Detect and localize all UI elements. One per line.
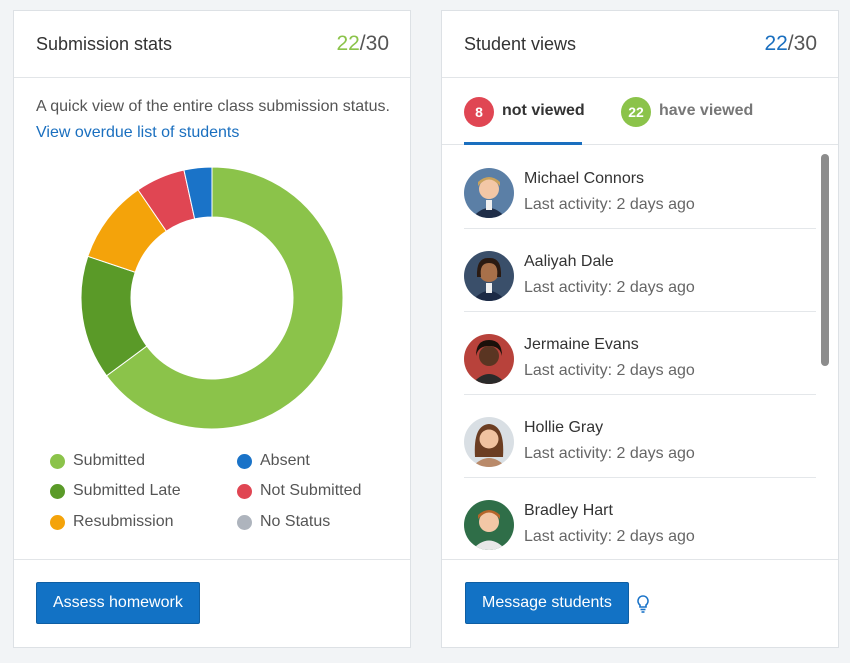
student-views-card: Student views 22/30 8 not viewed 22 have… xyxy=(441,10,839,648)
student-row[interactable]: Aaliyah Dale Last activity: 2 days ago xyxy=(464,229,816,312)
legend-dot-submitted xyxy=(50,454,65,469)
student-name: Bradley Hart xyxy=(524,502,613,519)
message-students-button[interactable]: Message students xyxy=(465,582,629,624)
views-count-done: 22 xyxy=(764,32,788,55)
student-views-footer: Message students xyxy=(442,559,838,647)
student-row[interactable]: Bradley Hart Last activity: 2 days ago xyxy=(464,478,816,559)
student-views-header: Student views 22/30 xyxy=(442,11,838,78)
legend-dot-resubmission xyxy=(50,515,65,530)
submission-stats-footer: Assess homework xyxy=(14,559,410,647)
student-avatar xyxy=(464,334,514,384)
views-tabs: 8 not viewed 22 have viewed xyxy=(442,78,838,145)
student-row[interactable]: Michael Connors Last activity: 2 days ag… xyxy=(464,146,816,229)
student-activity: Last activity: 2 days ago xyxy=(524,528,695,545)
student-name: Jermaine Evans xyxy=(524,336,639,353)
active-tab-indicator xyxy=(464,142,582,145)
submission-stats-title: Submission stats xyxy=(36,34,173,54)
legend-dot-submitted-late xyxy=(50,484,65,499)
assess-homework-button[interactable]: Assess homework xyxy=(36,582,200,624)
legend-label: Resubmission xyxy=(73,513,174,530)
student-activity: Last activity: 2 days ago xyxy=(524,362,695,379)
views-count: 22/30 xyxy=(764,32,817,56)
student-activity: Last activity: 2 days ago xyxy=(524,445,695,462)
student-avatar xyxy=(464,168,514,218)
legend-label: Not Submitted xyxy=(260,482,362,499)
submission-count-done: 22 xyxy=(336,32,360,55)
student-row[interactable]: Jermaine Evans Last activity: 2 days ago xyxy=(464,312,816,395)
legend-label: Submitted Late xyxy=(73,482,181,499)
student-views-title: Student views xyxy=(464,34,577,54)
student-avatar xyxy=(464,500,514,550)
submission-stats-header: Submission stats 22/30 xyxy=(14,11,410,78)
not-viewed-badge: 8 xyxy=(464,97,494,127)
views-count-total: 30 xyxy=(793,32,817,55)
student-name: Hollie Gray xyxy=(524,419,604,436)
submission-count-total: 30 xyxy=(365,32,389,55)
have-viewed-badge: 22 xyxy=(621,97,651,127)
submission-donut-chart xyxy=(80,166,344,430)
overdue-students-link[interactable]: View overdue list of students xyxy=(36,124,239,142)
legend-label: Submitted xyxy=(73,452,146,469)
submission-stats-card: Submission stats 22/30 A quick view of t… xyxy=(13,10,411,648)
student-name: Aaliyah Dale xyxy=(524,253,614,270)
legend-label: No Status xyxy=(260,513,331,530)
student-activity: Last activity: 2 days ago xyxy=(524,196,695,213)
legend-dot-not-submitted xyxy=(237,484,252,499)
student-list: Michael Connors Last activity: 2 days ag… xyxy=(442,146,838,559)
student-avatar xyxy=(464,417,514,467)
legend-dot-no-status xyxy=(237,515,252,530)
student-name: Michael Connors xyxy=(524,170,645,187)
student-list-scrollbar[interactable] xyxy=(821,154,829,366)
legend-label: Absent xyxy=(260,452,310,469)
lightbulb-icon[interactable] xyxy=(635,594,651,614)
tab-label: have viewed xyxy=(659,102,754,119)
legend-dot-absent xyxy=(237,454,252,469)
submission-count: 22/30 xyxy=(336,32,389,56)
submission-description: A quick view of the entire class submiss… xyxy=(36,98,390,115)
student-activity: Last activity: 2 days ago xyxy=(524,279,695,296)
student-row[interactable]: Hollie Gray Last activity: 2 days ago xyxy=(464,395,816,478)
student-avatar xyxy=(464,251,514,301)
tab-label: not viewed xyxy=(502,102,585,119)
